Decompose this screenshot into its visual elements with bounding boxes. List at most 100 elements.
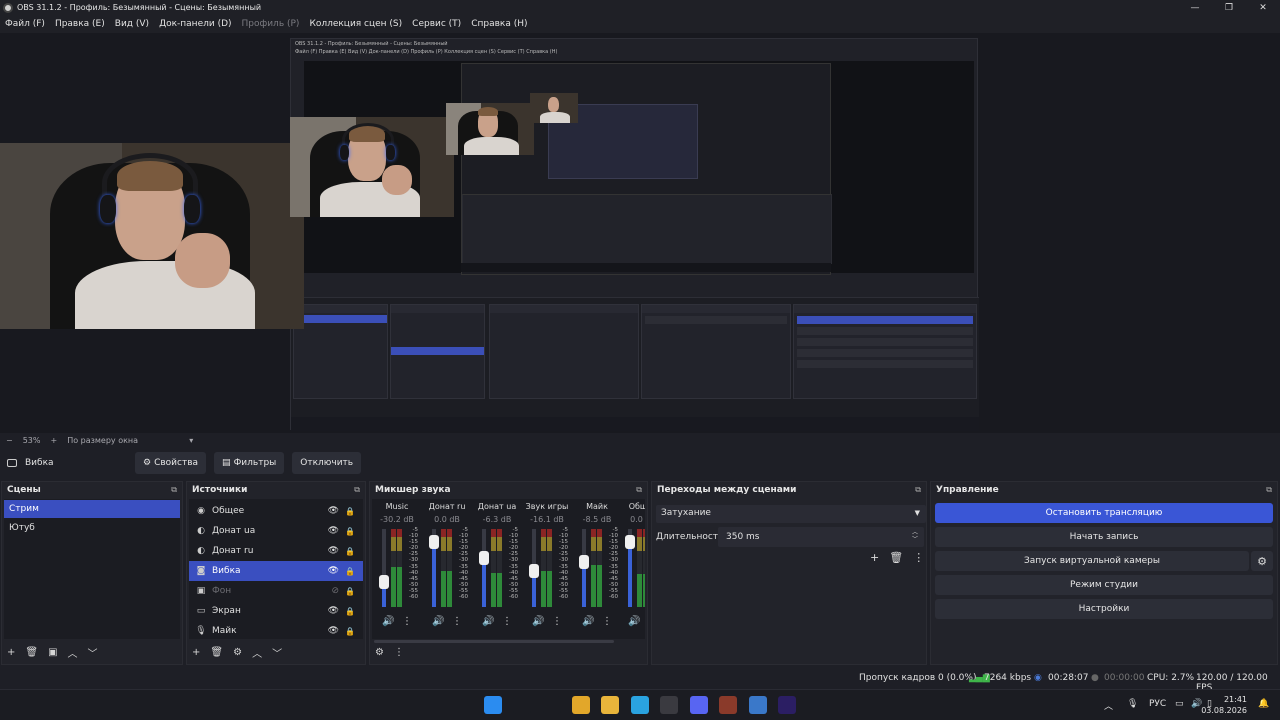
premiere-icon[interactable] xyxy=(778,696,796,714)
zoom-mode-select[interactable]: По размеру окна xyxy=(67,436,179,445)
source-item[interactable]: 🎙 Майк 👁 🔒 xyxy=(189,621,363,641)
source-item-hidden[interactable]: ▣ Фон ⊘ 🔒 xyxy=(189,581,363,601)
move-up-icon[interactable]: ︿ xyxy=(252,645,262,660)
mixer-menu-icon[interactable]: ⋮ xyxy=(394,647,404,658)
scene-filters-icon[interactable]: ▣ xyxy=(48,647,57,658)
search-icon[interactable] xyxy=(513,696,531,714)
volume-slider-handle[interactable] xyxy=(579,554,589,569)
zoom-out-button[interactable]: − xyxy=(6,436,13,445)
chevron-down-icon[interactable]: ▾ xyxy=(189,436,193,445)
move-up-icon[interactable]: ︿ xyxy=(68,645,78,660)
add-source-icon[interactable]: + xyxy=(192,647,200,658)
channel-menu-icon[interactable]: ⋮ xyxy=(552,616,562,627)
volume-slider-handle[interactable] xyxy=(529,564,539,579)
filters-button[interactable]: ▤ Фильтры xyxy=(214,452,285,474)
visibility-eye-icon[interactable]: 👁 xyxy=(328,566,339,576)
lock-icon[interactable]: 🔒 xyxy=(345,627,355,636)
undock-icon[interactable]: ⧉ xyxy=(1266,485,1272,495)
speaker-icon[interactable]: 🔊 xyxy=(532,616,544,627)
language-indicator[interactable]: РУС xyxy=(1149,699,1166,709)
visibility-eye-icon[interactable]: 👁 xyxy=(328,626,339,636)
obs-icon[interactable] xyxy=(660,696,678,714)
spin-arrows-icon[interactable]: ︿ ﹀ xyxy=(912,529,918,543)
tray-overflow-icon[interactable]: ︿ xyxy=(1104,699,1113,712)
telegram-icon[interactable] xyxy=(631,696,649,714)
properties-button[interactable]: ⚙ Свойства xyxy=(135,452,207,474)
clock[interactable]: 21:41 03.08.2026 xyxy=(1201,694,1247,716)
channel-menu-icon[interactable]: ⋮ xyxy=(402,616,412,627)
volume-slider-handle[interactable] xyxy=(479,551,489,566)
menu-docks[interactable]: Док-панели (D) xyxy=(159,19,231,29)
undock-icon[interactable]: ⧉ xyxy=(636,485,642,495)
duration-field[interactable]: 350 ms ︿ ﹀ xyxy=(718,527,924,547)
menu-file[interactable]: Файл (F) xyxy=(5,19,45,29)
windows-start-icon[interactable] xyxy=(484,696,502,714)
add-scene-icon[interactable]: + xyxy=(7,647,15,658)
source-item-selected[interactable]: ◙ Вибка 👁 🔒 xyxy=(189,561,363,581)
move-down-icon[interactable]: ﹀ xyxy=(88,645,98,660)
maximize-button[interactable]: ❐ xyxy=(1212,0,1246,15)
speaker-icon[interactable]: 🔊 xyxy=(432,616,444,627)
zoom-in-button[interactable]: + xyxy=(50,436,57,445)
move-down-icon[interactable]: ﹀ xyxy=(272,645,282,660)
lock-icon[interactable]: 🔒 xyxy=(345,587,355,596)
transition-select[interactable]: Затухание ▼ xyxy=(656,505,926,523)
menu-edit[interactable]: Правка (E) xyxy=(55,19,105,29)
speaker-icon[interactable]: 🔊 xyxy=(382,616,394,627)
menu-scene-collection[interactable]: Коллекция сцен (S) xyxy=(309,19,402,29)
scene-item-stream[interactable]: Стрим xyxy=(4,500,180,518)
source-settings-icon[interactable]: ⚙ xyxy=(233,647,242,658)
channel-menu-icon[interactable]: ⋮ xyxy=(452,616,462,627)
microphone-icon[interactable]: 🎙 xyxy=(1127,699,1138,709)
source-item[interactable]: ◐ Донат ru 👁 🔒 xyxy=(189,541,363,561)
volume-slider-handle[interactable] xyxy=(379,575,389,590)
menu-help[interactable]: Справка (H) xyxy=(471,19,527,29)
deactivate-button[interactable]: Отключить xyxy=(292,452,362,474)
lock-icon[interactable]: 🔒 xyxy=(345,507,355,516)
advanced-audio-icon[interactable]: ⚙ xyxy=(375,647,384,658)
notification-bell-icon[interactable]: 🔔 xyxy=(1258,699,1269,709)
hidden-eye-icon[interactable]: ⊘ xyxy=(331,586,339,596)
task-view-icon[interactable] xyxy=(543,696,561,714)
volume-slider[interactable] xyxy=(382,529,386,607)
undock-icon[interactable]: ⧉ xyxy=(171,485,177,495)
volume-slider-handle[interactable] xyxy=(429,535,439,550)
lock-icon[interactable]: 🔒 xyxy=(345,567,355,576)
game-icon[interactable] xyxy=(719,696,737,714)
minimize-button[interactable]: — xyxy=(1178,0,1212,15)
start-virtual-camera-button[interactable]: Запуск виртуальной камеры xyxy=(935,551,1249,571)
visibility-eye-icon[interactable]: 👁 xyxy=(328,526,339,536)
remove-transition-icon[interactable]: 🗑 xyxy=(889,551,903,564)
channel-menu-icon[interactable]: ⋮ xyxy=(602,616,612,627)
close-button[interactable]: ✕ xyxy=(1246,0,1280,15)
source-item[interactable]: ◉ Общее 👁 🔒 xyxy=(189,501,363,521)
source-item[interactable]: ▭ Экран 👁 🔒 xyxy=(189,601,363,621)
remove-source-icon[interactable]: 🗑 xyxy=(210,647,223,658)
undock-icon[interactable]: ⧉ xyxy=(354,485,360,495)
speaker-icon[interactable]: 🔊 xyxy=(482,616,494,627)
menu-tools[interactable]: Сервис (T) xyxy=(412,19,461,29)
stop-stream-button[interactable]: Остановить трансляцию xyxy=(935,503,1273,523)
speaker-icon[interactable]: 🔊 xyxy=(628,616,640,627)
source-item[interactable]: ◐ Донат ua 👁 🔒 xyxy=(189,521,363,541)
menu-view[interactable]: Вид (V) xyxy=(115,19,149,29)
discord-icon[interactable] xyxy=(690,696,708,714)
start-record-button[interactable]: Начать запись xyxy=(935,527,1273,547)
explorer-icon[interactable] xyxy=(601,696,619,714)
preview-canvas[interactable]: OBS 31.1.2 - Профиль: Безымянный - Сцены… xyxy=(0,33,1280,433)
channel-menu-icon[interactable]: ⋮ xyxy=(502,616,512,627)
lock-icon[interactable]: 🔒 xyxy=(345,607,355,616)
remove-scene-icon[interactable]: 🗑 xyxy=(25,647,38,658)
lock-icon[interactable]: 🔒 xyxy=(345,547,355,556)
undock-icon[interactable]: ⧉ xyxy=(915,485,921,495)
vpn-shield-icon[interactable] xyxy=(749,696,767,714)
virtual-camera-gear-icon[interactable]: ⚙ xyxy=(1251,551,1273,571)
add-transition-icon[interactable]: + xyxy=(870,551,879,564)
settings-button[interactable]: Настройки xyxy=(935,599,1273,619)
visibility-eye-icon[interactable]: 👁 xyxy=(328,506,339,516)
visibility-eye-icon[interactable]: 👁 xyxy=(328,546,339,556)
network-icon[interactable]: ▭ xyxy=(1175,699,1184,709)
volume-slider[interactable] xyxy=(482,529,486,607)
lock-icon[interactable]: 🔒 xyxy=(345,527,355,536)
speaker-icon[interactable]: 🔊 xyxy=(582,616,594,627)
